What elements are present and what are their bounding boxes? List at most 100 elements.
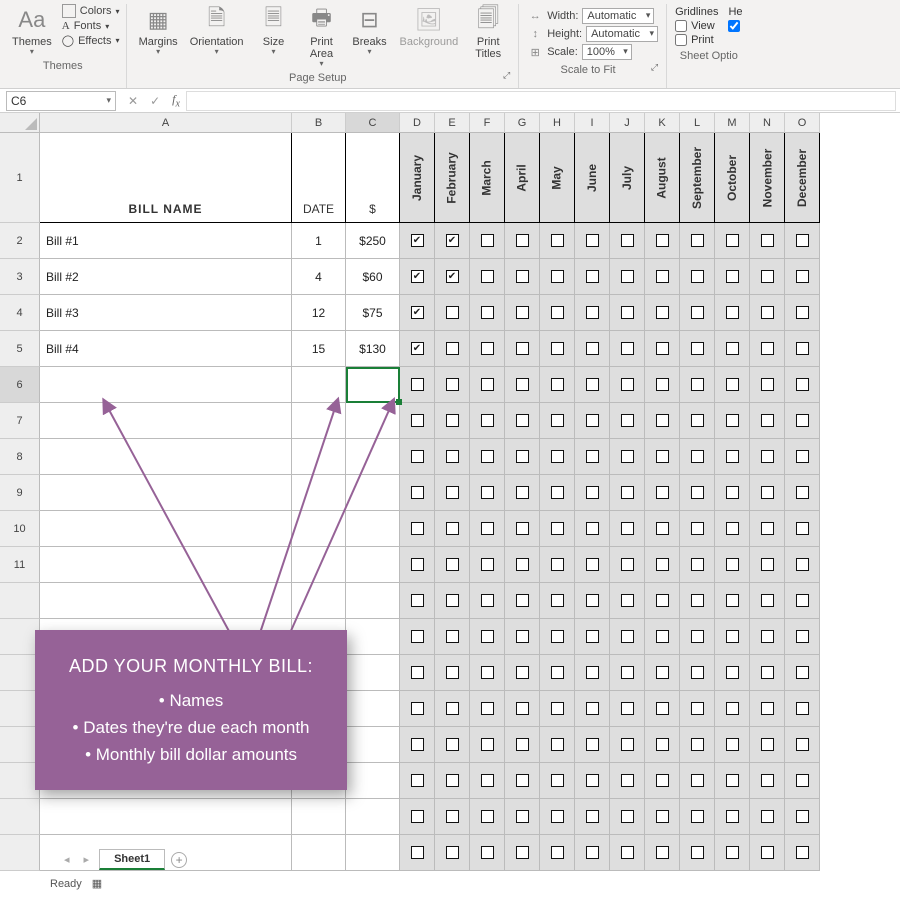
cell-date[interactable]: 15: [292, 331, 346, 367]
cell-empty[interactable]: [40, 799, 292, 835]
cell-month-checkbox[interactable]: [680, 799, 715, 835]
cell-month-checkbox[interactable]: [610, 691, 645, 727]
cell-month-checkbox[interactable]: [505, 475, 540, 511]
cell-month-checkbox[interactable]: [680, 583, 715, 619]
row-header-5[interactable]: 5: [0, 331, 40, 367]
cell-month-checkbox[interactable]: [470, 583, 505, 619]
cell-month-checkbox[interactable]: [785, 583, 820, 619]
cell-empty[interactable]: [40, 367, 292, 403]
headings-view-checkbox[interactable]: [728, 20, 742, 32]
cell-month-checkbox[interactable]: [400, 835, 435, 871]
header-month-jul[interactable]: July: [610, 133, 645, 223]
cell-month-checkbox[interactable]: [750, 835, 785, 871]
cell-month-checkbox[interactable]: [715, 583, 750, 619]
cell-month-checkbox[interactable]: [540, 835, 575, 871]
cell-month-checkbox[interactable]: [680, 655, 715, 691]
name-box[interactable]: C6: [6, 91, 116, 111]
cell-month-checkbox[interactable]: [400, 727, 435, 763]
cell-month-checkbox[interactable]: [400, 259, 435, 295]
cell-month-checkbox[interactable]: [400, 223, 435, 259]
cell-month-checkbox[interactable]: [505, 511, 540, 547]
cell-month-checkbox[interactable]: [645, 223, 680, 259]
cell-month-checkbox[interactable]: [715, 295, 750, 331]
cell-empty[interactable]: [292, 439, 346, 475]
cell-month-checkbox[interactable]: [785, 259, 820, 295]
cell-month-checkbox[interactable]: [435, 295, 470, 331]
col-header-K[interactable]: K: [645, 113, 680, 133]
tab-nav-first[interactable]: ◂: [60, 853, 74, 866]
cell-month-checkbox[interactable]: [540, 691, 575, 727]
cell-empty[interactable]: [346, 475, 400, 511]
cell-month-checkbox[interactable]: [400, 583, 435, 619]
cell-month-checkbox[interactable]: [645, 655, 680, 691]
cell-month-checkbox[interactable]: [470, 763, 505, 799]
cell-month-checkbox[interactable]: [400, 295, 435, 331]
header-month-may[interactable]: May: [540, 133, 575, 223]
cell-month-checkbox[interactable]: [785, 835, 820, 871]
header-month-nov[interactable]: November: [750, 133, 785, 223]
cell-month-checkbox[interactable]: [435, 619, 470, 655]
cell-empty[interactable]: [346, 691, 400, 727]
cell-month-checkbox[interactable]: [785, 439, 820, 475]
cell-month-checkbox[interactable]: [750, 727, 785, 763]
cell-month-checkbox[interactable]: [470, 691, 505, 727]
cell-month-checkbox[interactable]: [575, 799, 610, 835]
cell-month-checkbox[interactable]: [715, 331, 750, 367]
row-header-11[interactable]: 11: [0, 547, 40, 583]
cell-month-checkbox[interactable]: [400, 799, 435, 835]
cell-empty[interactable]: [346, 655, 400, 691]
cell-month-checkbox[interactable]: [540, 223, 575, 259]
col-header-O[interactable]: O: [785, 113, 820, 133]
cell-month-checkbox[interactable]: [575, 475, 610, 511]
cell-month-checkbox[interactable]: [540, 763, 575, 799]
cell-month-checkbox[interactable]: [470, 727, 505, 763]
cell-month-checkbox[interactable]: [715, 835, 750, 871]
header-amount[interactable]: $: [346, 133, 400, 223]
row-header-10[interactable]: 10: [0, 511, 40, 547]
cell-month-checkbox[interactable]: [610, 547, 645, 583]
cell-month-checkbox[interactable]: [610, 439, 645, 475]
cell-month-checkbox[interactable]: [785, 331, 820, 367]
cell-month-checkbox[interactable]: [715, 511, 750, 547]
col-header-A[interactable]: A: [40, 113, 292, 133]
cell-empty[interactable]: [346, 403, 400, 439]
orientation-button[interactable]: 🗎 Orientation ▾: [184, 4, 250, 58]
cell-month-checkbox[interactable]: [540, 295, 575, 331]
cell-month-checkbox[interactable]: [785, 799, 820, 835]
cell-empty[interactable]: [346, 511, 400, 547]
cell-month-checkbox[interactable]: [645, 439, 680, 475]
cell-month-checkbox[interactable]: [610, 655, 645, 691]
macro-record-icon[interactable]: ▦: [92, 877, 102, 890]
cell-month-checkbox[interactable]: [610, 403, 645, 439]
cell-month-checkbox[interactable]: [575, 295, 610, 331]
cell-month-checkbox[interactable]: [400, 619, 435, 655]
cell-month-checkbox[interactable]: [750, 295, 785, 331]
cell-month-checkbox[interactable]: [505, 835, 540, 871]
col-header-L[interactable]: L: [680, 113, 715, 133]
col-header-F[interactable]: F: [470, 113, 505, 133]
cell-amount[interactable]: $130: [346, 331, 400, 367]
cell-month-checkbox[interactable]: [470, 403, 505, 439]
cell-month-checkbox[interactable]: [680, 295, 715, 331]
header-month-aug[interactable]: August: [645, 133, 680, 223]
cell-month-checkbox[interactable]: [575, 403, 610, 439]
cell-month-checkbox[interactable]: [680, 331, 715, 367]
cell-month-checkbox[interactable]: [470, 619, 505, 655]
cell-month-checkbox[interactable]: [435, 259, 470, 295]
cell-month-checkbox[interactable]: [610, 835, 645, 871]
row-header-2[interactable]: 2: [0, 223, 40, 259]
cell-month-checkbox[interactable]: [400, 475, 435, 511]
cell-month-checkbox[interactable]: [540, 403, 575, 439]
cell-empty[interactable]: [292, 835, 346, 871]
cell-month-checkbox[interactable]: [505, 691, 540, 727]
cell-month-checkbox[interactable]: [505, 439, 540, 475]
page-setup-launcher[interactable]: ⤢: [503, 70, 512, 86]
cell-month-checkbox[interactable]: [610, 331, 645, 367]
row-header-18[interactable]: [0, 799, 40, 835]
row-header-12[interactable]: [0, 583, 40, 619]
cell-month-checkbox[interactable]: [540, 619, 575, 655]
cell-month-checkbox[interactable]: [470, 331, 505, 367]
cell-amount[interactable]: $250: [346, 223, 400, 259]
cell-month-checkbox[interactable]: [610, 475, 645, 511]
cell-month-checkbox[interactable]: [435, 331, 470, 367]
